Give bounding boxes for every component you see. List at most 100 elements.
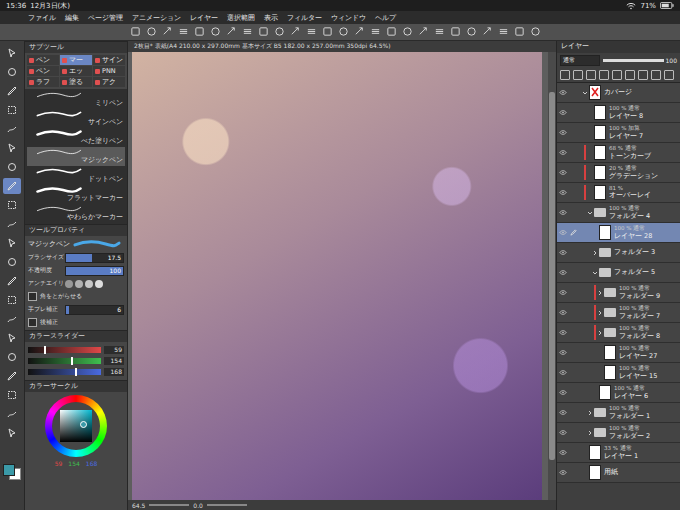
tool-button[interactable] [3, 197, 21, 213]
tool-button[interactable] [3, 140, 21, 156]
artwork-image[interactable] [132, 52, 542, 500]
menu-item[interactable]: アニメーション [132, 13, 181, 23]
layer-tool-icon[interactable] [586, 70, 596, 80]
hue-ring[interactable] [45, 395, 107, 457]
layer-row[interactable]: 100 % 通常フォルダー 4 [557, 203, 680, 223]
tool-button[interactable] [3, 121, 21, 137]
expand-arrow[interactable] [597, 310, 603, 316]
tool-button[interactable] [3, 292, 21, 308]
tool-button[interactable] [3, 406, 21, 422]
command-button[interactable] [386, 26, 398, 38]
color-channel-slider[interactable] [28, 369, 101, 375]
tool-button[interactable] [3, 235, 21, 251]
tool-button[interactable] [3, 273, 21, 289]
layer-tool-icon[interactable] [599, 70, 609, 80]
sub-tool-tab[interactable]: ペン [27, 66, 59, 76]
sub-tool-tab[interactable]: 塗る [60, 77, 92, 87]
eye-icon[interactable] [557, 90, 568, 95]
command-button[interactable] [370, 26, 382, 38]
layer-row[interactable]: 100 % 通常フォルダー 7 [557, 303, 680, 323]
expand-arrow[interactable] [592, 270, 598, 276]
tool-button[interactable] [3, 83, 21, 99]
menu-item[interactable]: フィルター [287, 13, 322, 23]
layer-row[interactable]: 100 % 通常レイヤー 15 [557, 363, 680, 383]
eye-icon[interactable] [557, 310, 568, 315]
angle-slider[interactable] [207, 504, 247, 506]
vertical-scrollbar[interactable] [548, 52, 556, 500]
brush-item[interactable]: ミリペン [27, 90, 125, 109]
layer-tool-icon[interactable] [651, 70, 661, 80]
expand-arrow[interactable] [582, 90, 588, 96]
property-slider[interactable]: 17.5 [65, 253, 124, 263]
color-channel-value[interactable]: 168 [104, 368, 124, 376]
expand-arrow[interactable] [597, 290, 603, 296]
command-button[interactable] [450, 26, 462, 38]
menu-item[interactable]: 選択範囲 [227, 13, 255, 23]
eye-icon[interactable] [557, 410, 568, 415]
expand-arrow[interactable] [587, 210, 593, 216]
expand-arrow[interactable] [587, 430, 593, 436]
property-checkbox[interactable] [28, 318, 37, 327]
layer-row[interactable]: カバージ [557, 83, 680, 103]
layer-row[interactable]: 81 %オーバーレイ [557, 183, 680, 203]
command-button[interactable] [418, 26, 430, 38]
tool-button[interactable] [3, 102, 21, 118]
zoom-value[interactable]: 64.5 [132, 502, 145, 509]
zoom-slider[interactable] [149, 504, 189, 506]
sub-tool-tab[interactable]: サイン [93, 55, 125, 65]
tool-button[interactable] [3, 216, 21, 232]
menu-item[interactable]: 表示 [264, 13, 278, 23]
layer-tool-icon[interactable] [664, 70, 674, 80]
eye-icon[interactable] [557, 350, 568, 355]
menu-item[interactable]: ファイル [28, 13, 56, 23]
command-button[interactable] [178, 26, 190, 38]
tool-button[interactable] [3, 254, 21, 270]
command-button[interactable] [290, 26, 302, 38]
tool-button[interactable] [3, 330, 21, 346]
command-button[interactable] [194, 26, 206, 38]
tool-button[interactable] [3, 178, 21, 194]
eye-icon[interactable] [557, 330, 568, 335]
command-button[interactable] [242, 26, 254, 38]
color-channel-value[interactable]: 154 [104, 357, 124, 365]
layer-row[interactable]: 100 % 通常レイヤー 6 [557, 383, 680, 403]
command-button[interactable] [226, 26, 238, 38]
tool-button[interactable] [3, 425, 21, 441]
expand-arrow[interactable] [597, 330, 603, 336]
sub-tool-tab[interactable]: アク [93, 77, 125, 87]
tool-button[interactable] [3, 349, 21, 365]
brush-item[interactable]: べた塗りペン [27, 128, 125, 147]
eye-icon[interactable] [557, 210, 568, 215]
sub-tool-tab[interactable]: マー [60, 55, 92, 65]
eye-icon[interactable] [557, 130, 568, 135]
tool-button[interactable] [3, 311, 21, 327]
command-button[interactable] [530, 26, 542, 38]
eye-icon[interactable] [557, 290, 568, 295]
eye-icon[interactable] [557, 470, 568, 475]
layer-tool-icon[interactable] [625, 70, 635, 80]
command-button[interactable] [146, 26, 158, 38]
menu-item[interactable]: ページ管理 [88, 13, 123, 23]
layer-row[interactable]: 用紙 [557, 463, 680, 483]
saturation-value-square[interactable] [60, 410, 92, 442]
menu-item[interactable]: レイヤー [190, 13, 218, 23]
sub-tool-tab[interactable]: エッ [60, 66, 92, 76]
color-channel-slider[interactable] [28, 347, 101, 353]
eye-icon[interactable] [557, 250, 568, 255]
property-slider[interactable]: 6 [65, 305, 124, 315]
command-button[interactable] [466, 26, 478, 38]
eye-icon[interactable] [557, 450, 568, 455]
layer-row[interactable]: フォルダー 5 [557, 263, 680, 283]
brush-item[interactable]: マジックペン [27, 147, 125, 166]
canvas-tab[interactable]: 2枚目* 表紙(A4 210.00 x 297.00mm 基本サイズ B5 18… [128, 41, 556, 52]
command-button[interactable] [338, 26, 350, 38]
eye-icon[interactable] [557, 270, 568, 275]
layer-row[interactable]: 100 % 通常フォルダー 8 [557, 323, 680, 343]
command-button[interactable] [130, 26, 142, 38]
eye-icon[interactable] [557, 430, 568, 435]
command-button[interactable] [210, 26, 222, 38]
canvas-view[interactable] [128, 52, 556, 500]
layer-row[interactable]: 100 % 通常フォルダー 9 [557, 283, 680, 303]
eye-icon[interactable] [557, 150, 568, 155]
command-button[interactable] [354, 26, 366, 38]
